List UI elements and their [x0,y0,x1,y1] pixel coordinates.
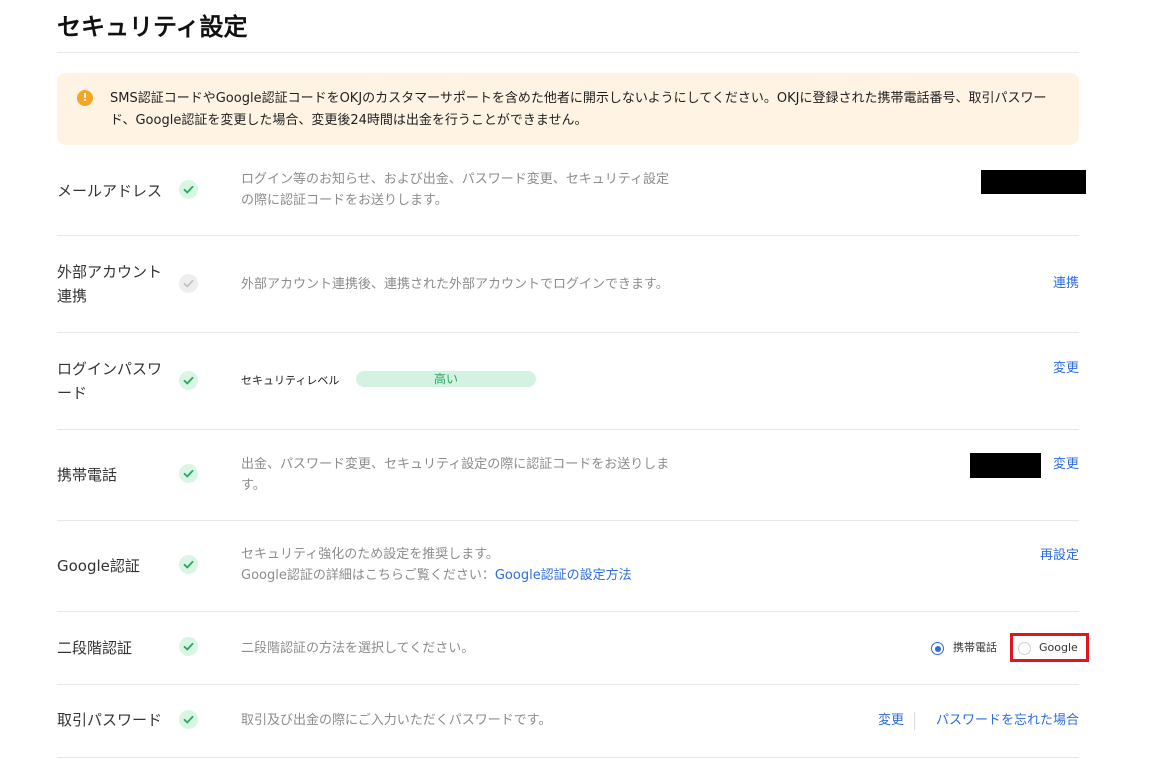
check-circle-icon [179,371,198,390]
google-desc-line1: セキュリティ強化のため設定を推奨します。 [241,547,499,562]
row-desc-two-factor: 二段階認証の方法を選択してください。 [241,641,475,656]
row-label-email: メールアドレス [57,182,163,200]
link-account-button[interactable]: 連携 [1053,274,1079,294]
security-level-badge: 高い [356,371,536,387]
row-label-login-password: ログインパスワード [57,360,163,402]
row-desc-google: セキュリティ強化のため設定を推奨します。 Google認証の詳細はこちらご覧くだ… [241,544,761,586]
row-label-two-factor: 二段階認証 [57,639,133,657]
warning-notice: ! SMS認証コードやGoogle認証コードをOKJのカスタマーサポートを含めた… [57,73,1079,145]
security-level-label: セキュリティレベル [241,374,340,387]
reset-google-auth-button[interactable]: 再設定 [1040,546,1079,566]
row-desc-external: 外部アカウント連携後、連携された外部アカウントでログインできます。 [241,277,669,292]
radio-label-phone: 携帯電話 [953,641,997,654]
page-title: セキュリティ設定 [57,13,248,41]
radio-label-google: Google [1039,641,1078,654]
row-desc-phone: 出金、パスワード変更、セキュリティ設定の際に認証コードをお送りします。 [241,457,670,493]
google-desc-prefix: Google認証の詳細はこちらご覧ください： [241,568,495,583]
check-circle-icon [179,710,198,729]
title-divider [57,52,1079,53]
row-google-auth: Google認証 セキュリティ強化のため設定を推奨します。 Google認証の詳… [57,521,1079,612]
row-label-google: Google認証 [57,557,140,575]
row-login-password: ログインパスワード セキュリティレベル 高い 変更 [57,333,1079,430]
radio-phone[interactable] [931,642,944,655]
redacted-phone-value [970,453,1041,478]
change-trade-password-button[interactable]: 変更 [878,711,904,731]
row-label-trade-password: 取引パスワード [57,711,163,729]
check-circle-icon [179,464,198,483]
row-trade-password: 取引パスワード 取引及び出金の際にご入力いただくパスワードです。 変更 パスワー… [57,685,1079,758]
forgot-trade-password-link[interactable]: パスワードを忘れた場合 [936,711,1079,731]
action-separator [914,712,915,730]
row-label-phone: 携帯電話 [57,466,118,484]
check-circle-icon [179,637,198,656]
row-desc-email: ログイン等のお知らせ、および出金、パスワード変更、セキュリティ設定の際に認証コー… [241,172,669,208]
change-phone-button[interactable]: 変更 [1053,455,1079,475]
row-email: メールアドレス ログイン等のお知らせ、および出金、パスワード変更、セキュリティ設… [57,145,1086,236]
check-circle-grey-icon [179,274,198,293]
check-circle-icon [179,180,198,199]
row-phone: 携帯電話 出金、パスワード変更、セキュリティ設定の際に認証コードをお送りします。… [57,430,1079,521]
check-circle-icon [179,555,198,574]
change-login-password-button[interactable]: 変更 [1053,359,1079,379]
redacted-email-value [981,170,1086,194]
google-desc-line2: Google認証の詳細はこちらご覧ください：Google認証の設定方法 [241,565,761,586]
google-setup-guide-link[interactable]: Google認証の設定方法 [495,568,632,583]
notice-text: SMS認証コードやGoogle認証コードをOKJのカスタマーサポートを含めた他者… [110,91,1047,128]
row-external-account: 外部アカウント連携 外部アカウント連携後、連携された外部アカウントでログインでき… [57,236,1079,333]
row-desc-trade-password: 取引及び出金の際にご入力いただくパスワードです。 [241,713,552,728]
row-label-external: 外部アカウント連携 [57,263,163,305]
row-two-factor: 二段階認証 二段階認証の方法を選択してください。 携帯電話 Google [57,612,1089,685]
exclamation-icon: ! [77,90,93,106]
radio-google[interactable] [1018,642,1031,655]
